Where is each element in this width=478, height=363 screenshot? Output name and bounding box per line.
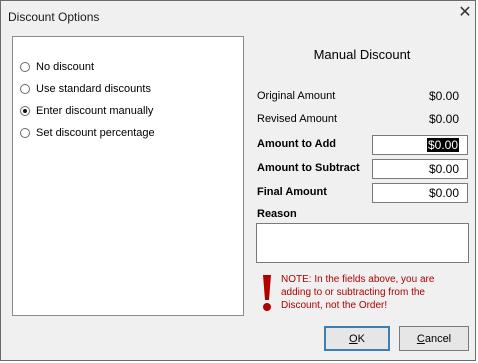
radio-button-icon[interactable] bbox=[20, 84, 30, 94]
radio-label: Use standard discounts bbox=[36, 83, 151, 95]
radio-label: Set discount percentage bbox=[36, 127, 155, 139]
final-amount-input[interactable]: $0.00 bbox=[372, 183, 468, 203]
amount-to-add-value: $0.00 bbox=[426, 138, 459, 152]
radio-no-discount[interactable]: No discount bbox=[20, 59, 94, 75]
window-title: Discount Options bbox=[8, 10, 100, 24]
radio-button-icon[interactable] bbox=[20, 62, 30, 72]
ok-label-rest: K bbox=[357, 332, 365, 345]
ok-button[interactable]: OK bbox=[324, 326, 390, 351]
final-amount-value: $0.00 bbox=[428, 186, 459, 200]
note-text: NOTE: In the fields above, you are addin… bbox=[281, 274, 435, 311]
radio-use-standard-discounts[interactable]: Use standard discounts bbox=[20, 81, 151, 97]
title-bar: Discount Options ✕ bbox=[1, 1, 475, 29]
amount-to-add-input[interactable]: $0.00 bbox=[372, 135, 468, 155]
radio-label: No discount bbox=[36, 61, 95, 73]
discount-options-dialog: Discount Options ✕ No discount Use stand… bbox=[0, 0, 476, 361]
ok-mnemonic: O bbox=[349, 332, 358, 345]
radio-set-discount-percentage[interactable]: Set discount percentage bbox=[20, 125, 155, 141]
revised-amount-label: Revised Amount bbox=[257, 113, 338, 125]
amount-to-subtract-label: Amount to Subtract bbox=[257, 162, 360, 174]
amount-to-add-label: Amount to Add bbox=[257, 138, 337, 150]
manual-discount-heading: Manual Discount bbox=[313, 47, 411, 62]
radio-label: Enter discount manually bbox=[36, 105, 154, 117]
original-amount-label: Original Amount bbox=[257, 90, 336, 102]
discount-type-panel bbox=[12, 36, 244, 316]
warning-exclamation-icon bbox=[263, 275, 271, 311]
amount-to-subtract-value: $0.00 bbox=[428, 162, 459, 176]
revised-amount-value: $0.00 bbox=[428, 112, 459, 126]
radio-enter-discount-manually[interactable]: Enter discount manually bbox=[20, 103, 153, 119]
radio-button-icon[interactable] bbox=[20, 128, 30, 138]
final-amount-label: Final Amount bbox=[257, 186, 327, 198]
cancel-button[interactable]: Cancel bbox=[399, 326, 469, 351]
cancel-mnemonic: C bbox=[416, 332, 425, 345]
close-icon[interactable]: ✕ bbox=[456, 4, 474, 22]
amount-to-subtract-input[interactable]: $0.00 bbox=[372, 159, 468, 179]
cancel-label-rest: ancel bbox=[424, 332, 452, 345]
radio-button-selected-icon[interactable] bbox=[20, 106, 30, 116]
reason-textarea[interactable] bbox=[256, 223, 469, 263]
original-amount-value: $0.00 bbox=[428, 89, 459, 103]
reason-label: Reason bbox=[257, 208, 297, 220]
